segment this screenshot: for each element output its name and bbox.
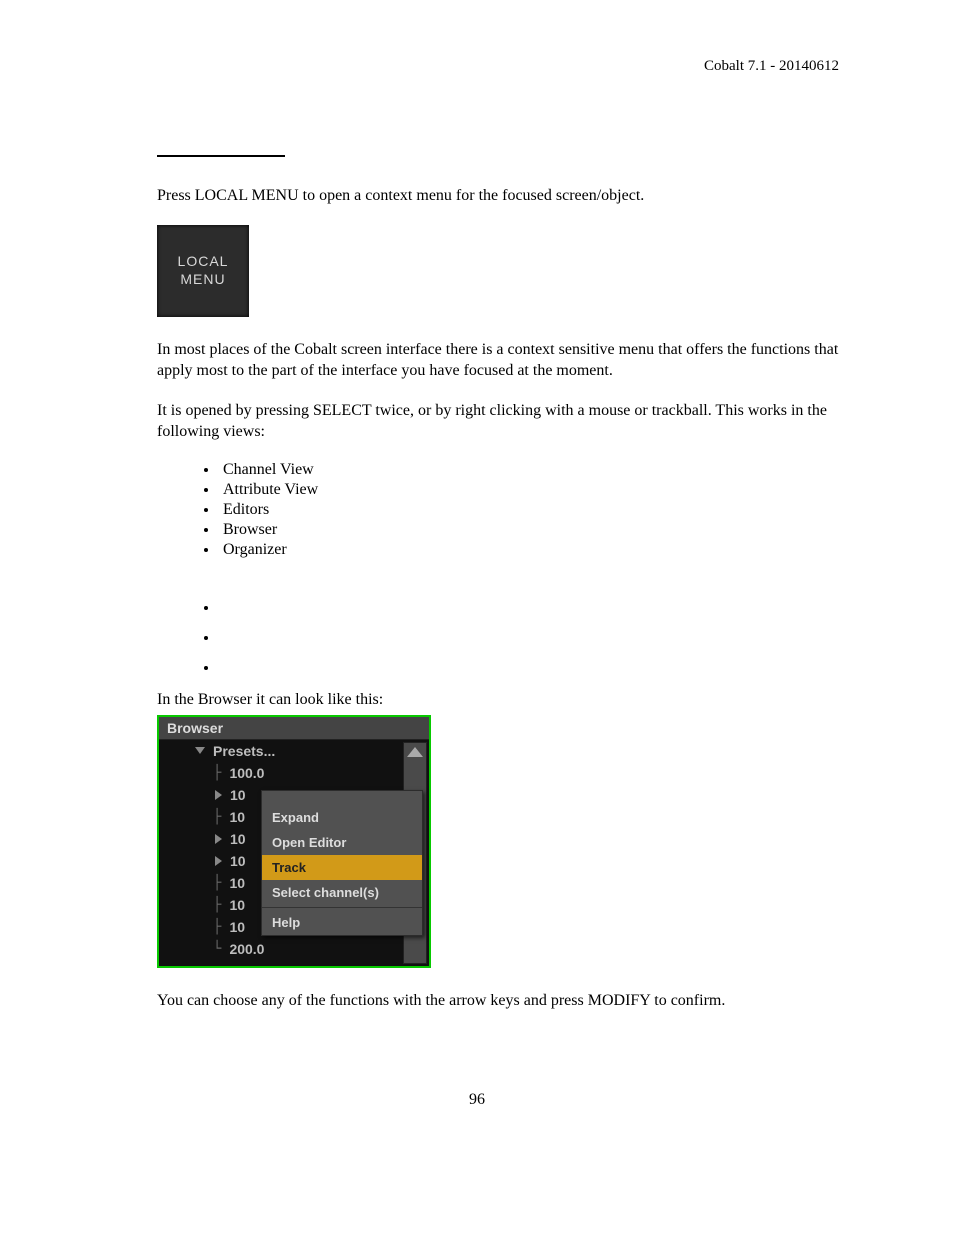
tree-label: 200.0 (229, 941, 264, 957)
tree-label: 10 (230, 831, 246, 847)
tree-branch-icon: ├ (213, 875, 221, 891)
local-menu-label-2: MENU (180, 271, 225, 289)
expand-toggle-icon[interactable] (215, 856, 222, 866)
paragraph: In most places of the Cobalt screen inte… (157, 339, 839, 382)
empty-list-item (219, 629, 839, 639)
tree-row[interactable]: ├ 100.0 (159, 762, 429, 784)
paragraph: In the Browser it can look like this: (157, 689, 839, 711)
tree-label: 10 (230, 853, 246, 869)
tree-row[interactable]: └ 200.0 (159, 938, 429, 960)
tree-label: 10 (229, 919, 245, 935)
context-menu-item-open-editor[interactable]: Open Editor (262, 830, 422, 855)
paragraph: You can choose any of the functions with… (157, 990, 839, 1012)
section-rule (157, 155, 285, 157)
tree-label: 10 (229, 897, 245, 913)
tree-branch-icon: ├ (213, 809, 221, 825)
context-menu-truncated-item (262, 791, 422, 805)
browser-body: Presets... ├ 100.0 10 ├ 10 10 10 (159, 740, 429, 966)
browser-title: Browser (159, 717, 429, 740)
list-item: Channel View (219, 461, 839, 479)
expand-toggle-icon[interactable] (215, 834, 222, 844)
tree-branch-icon: ├ (213, 919, 221, 935)
tree-row[interactable]: Presets... (159, 740, 429, 762)
tree-label: 100.0 (229, 765, 264, 781)
tree-branch-icon: ├ (213, 897, 221, 913)
expand-toggle-icon[interactable] (215, 790, 222, 800)
context-menu-item-select-channels[interactable]: Select channel(s) (262, 880, 422, 905)
browser-panel: Browser Presets... ├ 100.0 10 ├ 10 (157, 715, 431, 968)
list-item: Editors (219, 501, 839, 519)
context-menu-separator (262, 907, 422, 908)
context-menu-item-track[interactable]: Track (262, 855, 422, 880)
tree-label: 10 (229, 809, 245, 825)
empty-list-item (219, 659, 839, 669)
list-item: Browser (219, 521, 839, 539)
paragraph: It is opened by pressing SELECT twice, o… (157, 400, 839, 443)
expand-toggle-icon[interactable] (195, 747, 205, 754)
tree-label: 10 (229, 875, 245, 891)
local-menu-label-1: LOCAL (178, 253, 229, 271)
tree-branch-icon: └ (213, 941, 221, 957)
tree-label: 10 (230, 787, 246, 803)
empty-bullet-list (197, 599, 839, 669)
local-menu-button[interactable]: LOCAL MENU (157, 225, 249, 317)
views-list: Channel View Attribute View Editors Brow… (197, 461, 839, 559)
empty-list-item (219, 599, 839, 609)
page-number: 96 (0, 1091, 954, 1109)
context-menu-item-help[interactable]: Help (262, 910, 422, 935)
paragraph: Press LOCAL MENU to open a context menu … (157, 185, 839, 207)
tree-branch-icon: ├ (213, 765, 221, 781)
list-item: Organizer (219, 541, 839, 559)
context-menu-item-expand[interactable]: Expand (262, 805, 422, 830)
context-menu: Expand Open Editor Track Select channel(… (261, 790, 423, 936)
list-item: Attribute View (219, 481, 839, 499)
scroll-up-icon[interactable] (407, 747, 423, 757)
tree-label: Presets... (213, 743, 275, 759)
doc-header: Cobalt 7.1 - 20140612 (115, 58, 839, 75)
